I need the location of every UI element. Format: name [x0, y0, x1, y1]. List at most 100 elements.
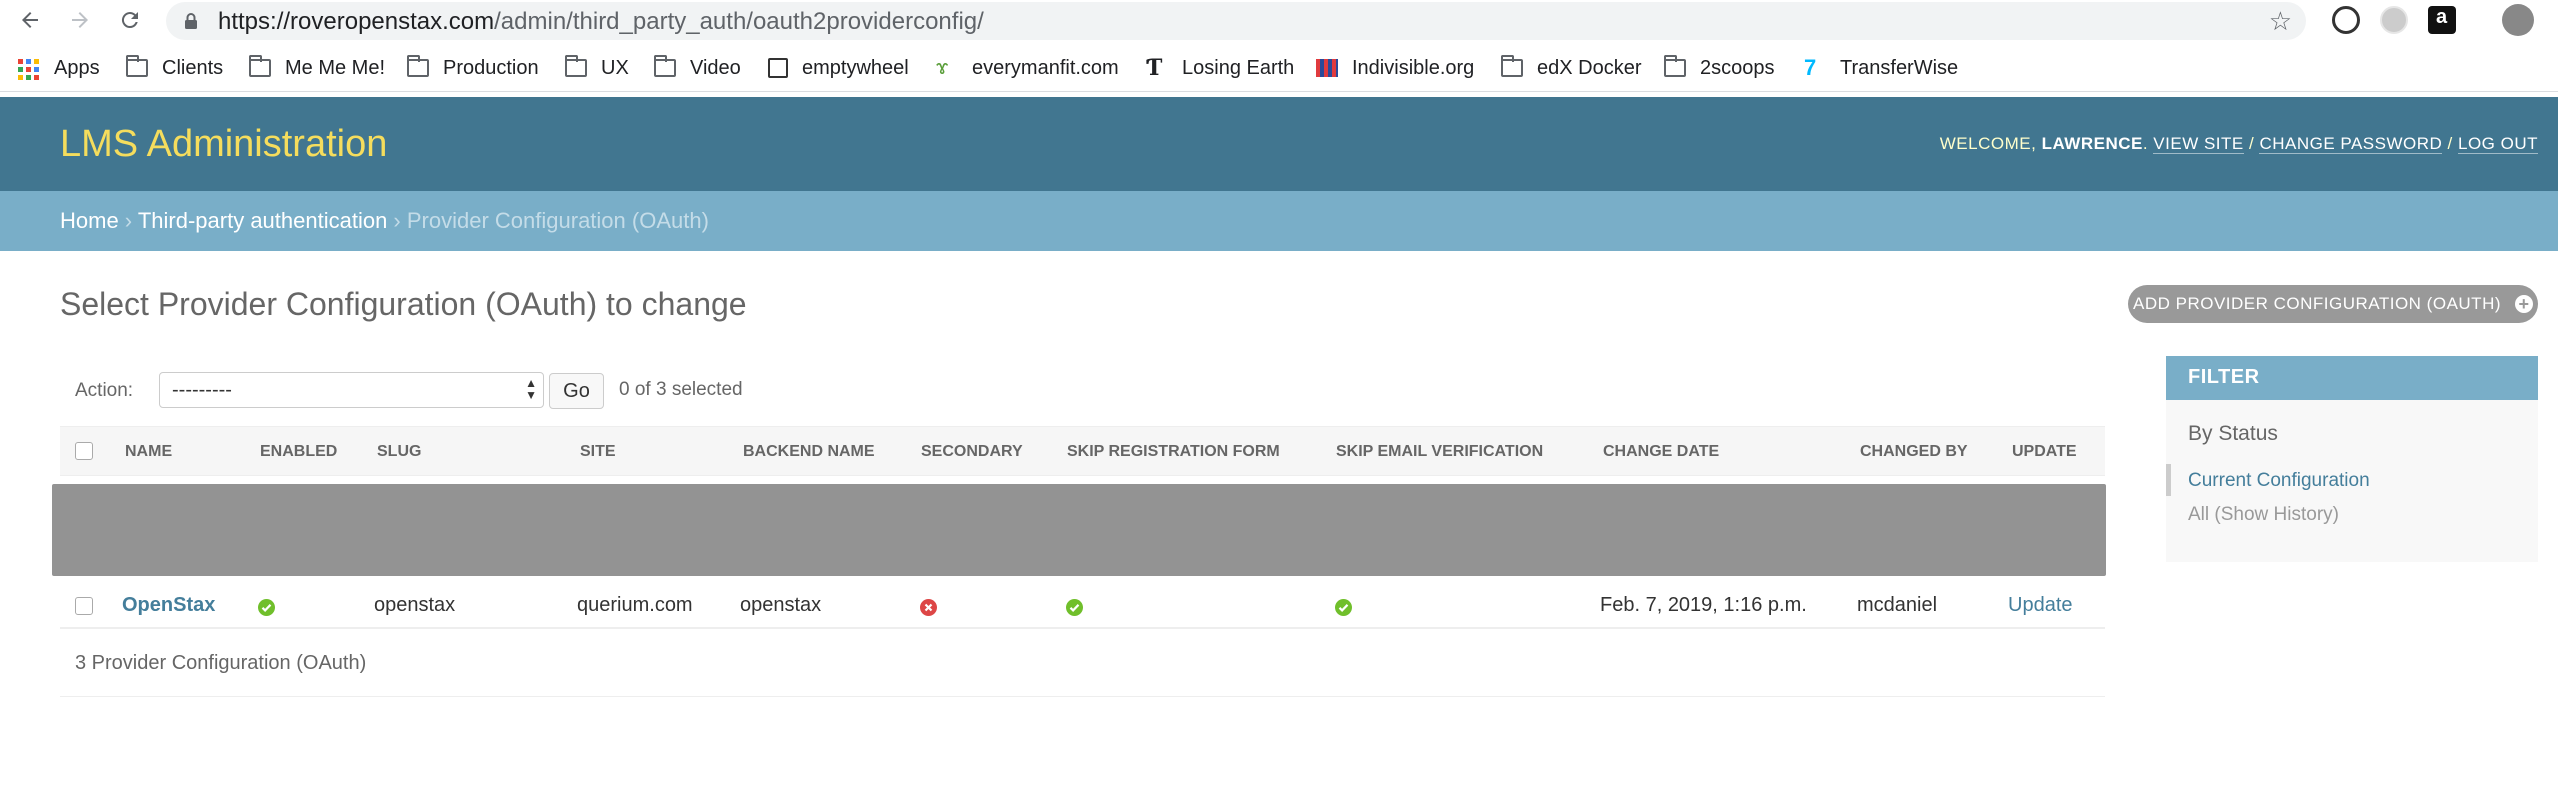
result-count: 3 Provider Configuration (OAuth) [75, 652, 367, 674]
address-bar[interactable]: https://roveropenstax.com/admin/third_pa… [166, 2, 2306, 40]
bookmark-label: Video [690, 56, 741, 79]
bookmark-losing-earth[interactable]: Ƭ Losing Earth [1146, 54, 1294, 82]
column-skip-registration[interactable]: SKIP REGISTRATION FORM [1067, 443, 1280, 461]
column-site[interactable]: SITE [580, 443, 616, 461]
column-update: UPDATE [2012, 443, 2077, 460]
row-update-link[interactable]: Update [2008, 594, 2073, 617]
username: LAWRENCE [2041, 134, 2143, 153]
reload-icon[interactable] [114, 4, 146, 36]
indivisible-icon [1316, 59, 1338, 77]
breadcrumb-app[interactable]: Third-party authentication [138, 208, 387, 233]
actions-bar: Action: --------- ▲ ▼ Go 0 of 3 selected [60, 366, 2105, 416]
bookmark-label: Me Me Me! [285, 56, 386, 79]
filter-title: FILTER [2166, 356, 2538, 400]
add-provider-button[interactable]: ADD PROVIDER CONFIGURATION (OAUTH) + [2128, 285, 2538, 323]
emptywheel-icon [768, 58, 788, 78]
row-change-date: Feb. 7, 2019, 1:16 p.m. [1600, 594, 1807, 616]
table-row: OpenStax openstax querium.com openstax F… [60, 582, 2105, 629]
bookmark-label: Losing Earth [1182, 56, 1295, 79]
welcome-text: WELCOME, [1939, 134, 2042, 153]
breadcrumb-home[interactable]: Home [60, 208, 119, 233]
action-select[interactable]: --------- ▲ ▼ [159, 372, 544, 408]
bookmarks-bar: Apps Clients Me Me Me! Production UX Vid… [0, 44, 2558, 92]
go-button[interactable]: Go [549, 373, 604, 409]
bookmark-indivisible[interactable]: Indivisible.org [1316, 54, 1474, 82]
folder-icon [565, 55, 587, 77]
folder-icon [1664, 55, 1686, 77]
transferwise-icon: 7 [1804, 55, 1817, 80]
bookmark-label: Production [443, 56, 539, 79]
folder-icon [1501, 55, 1523, 77]
bookmark-production[interactable]: Production [407, 54, 539, 82]
user-tools: WELCOME, LAWRENCE. VIEW SITE / CHANGE PA… [1939, 134, 2538, 154]
add-button-label: ADD PROVIDER CONFIGURATION (OAUTH) [2132, 294, 2502, 313]
bookmark-star-icon[interactable]: ☆ [2269, 8, 2292, 34]
browser-toolbar: https://roveropenstax.com/admin/third_pa… [0, 0, 2558, 41]
bookmark-label: Apps [54, 56, 100, 79]
bookmark-2scoops[interactable]: 2scoops [1664, 54, 1775, 82]
info-extension-icon[interactable] [2332, 6, 2360, 34]
column-change-date[interactable]: CHANGE DATE [1603, 443, 1719, 461]
back-arrow-icon[interactable] [14, 4, 46, 36]
selected-indicator [2166, 464, 2171, 496]
column-slug[interactable]: SLUG [377, 443, 421, 461]
secondary-no-icon [920, 599, 937, 616]
bookmark-ux[interactable]: UX [565, 54, 629, 82]
log-out-link[interactable]: LOG OUT [2457, 134, 2538, 154]
change-password-link[interactable]: CHANGE PASSWORD [2259, 134, 2443, 154]
extension-circle-icon[interactable] [2380, 6, 2408, 34]
column-backend-name[interactable]: BACKEND NAME [743, 443, 875, 461]
bookmark-label: emptywheel [802, 56, 909, 79]
column-skip-email[interactable]: SKIP EMAIL VERIFICATION [1336, 443, 1543, 461]
plus-icon: + [2515, 295, 2534, 313]
bookmark-label: UX [601, 56, 629, 79]
bookmark-me-me-me[interactable]: Me Me Me! [249, 54, 385, 82]
folder-icon [407, 55, 429, 77]
admin-header: LMS Administration WELCOME, LAWRENCE. VI… [0, 97, 2558, 191]
bookmark-apps[interactable]: Apps [18, 54, 100, 82]
apps-grid-icon [18, 59, 40, 80]
bookmark-edx-docker[interactable]: edX Docker [1501, 54, 1642, 82]
bookmark-everymanfit[interactable]: ɤ everymanfit.com [936, 54, 1119, 82]
bookmark-video[interactable]: Video [654, 54, 741, 82]
skip-registration-yes-icon [1066, 599, 1083, 616]
amazon-extension-icon[interactable]: a [2428, 6, 2456, 34]
folder-icon [126, 55, 148, 77]
bookmark-label: TransferWise [1840, 56, 1959, 79]
profile-avatar[interactable] [2502, 4, 2534, 36]
bookmark-label: 2scoops [1700, 56, 1775, 79]
site-branding[interactable]: LMS Administration [60, 123, 387, 166]
enabled-yes-icon [258, 599, 275, 616]
page-title: Select Provider Configuration (OAuth) to… [60, 286, 747, 322]
view-site-link[interactable]: VIEW SITE [2153, 134, 2244, 154]
select-arrows-icon: ▲ ▼ [525, 376, 537, 402]
bookmark-emptywheel[interactable]: emptywheel [768, 54, 909, 82]
breadcrumb: Home › Third-party authentication › Prov… [0, 191, 2558, 251]
everymanfit-icon: ɤ [936, 57, 949, 79]
column-secondary[interactable]: SECONDARY [921, 443, 1023, 461]
filter-current-configuration[interactable]: Current Configuration [2188, 470, 2370, 492]
action-label: Action: [75, 380, 134, 401]
row-name-link[interactable]: OpenStax [122, 594, 215, 617]
row-site: querium.com [577, 594, 693, 616]
url-text: https://roveropenstax.com/admin/third_pa… [218, 8, 984, 35]
column-changed-by[interactable]: CHANGED BY [1860, 443, 1968, 461]
bookmark-transferwise[interactable]: 7 TransferWise [1804, 54, 1958, 82]
nyt-icon: Ƭ [1146, 55, 1163, 81]
folder-icon [249, 55, 271, 77]
breadcrumb-current: Provider Configuration (OAuth) [406, 208, 709, 233]
column-name[interactable]: NAME [125, 443, 172, 461]
bookmark-label: edX Docker [1537, 56, 1642, 79]
filter-subtitle: By Status [2188, 422, 2278, 445]
filter-all-history[interactable]: All (Show History) [2188, 504, 2339, 526]
column-enabled[interactable]: ENABLED [260, 443, 337, 461]
table-header: NAME ENABLED SLUG SITE BACKEND NAME SECO… [60, 426, 2105, 476]
row-checkbox[interactable] [75, 597, 93, 615]
redacted-rows [52, 484, 2106, 576]
row-changed-by: mcdaniel [1857, 594, 1938, 616]
select-all-checkbox[interactable] [75, 442, 93, 460]
paginator: 3 Provider Configuration (OAuth) [60, 634, 2105, 697]
bookmark-clients[interactable]: Clients [126, 54, 223, 82]
filter-panel: FILTER By Status Current Configuration A… [2166, 356, 2538, 562]
forward-arrow-icon[interactable] [64, 4, 96, 36]
